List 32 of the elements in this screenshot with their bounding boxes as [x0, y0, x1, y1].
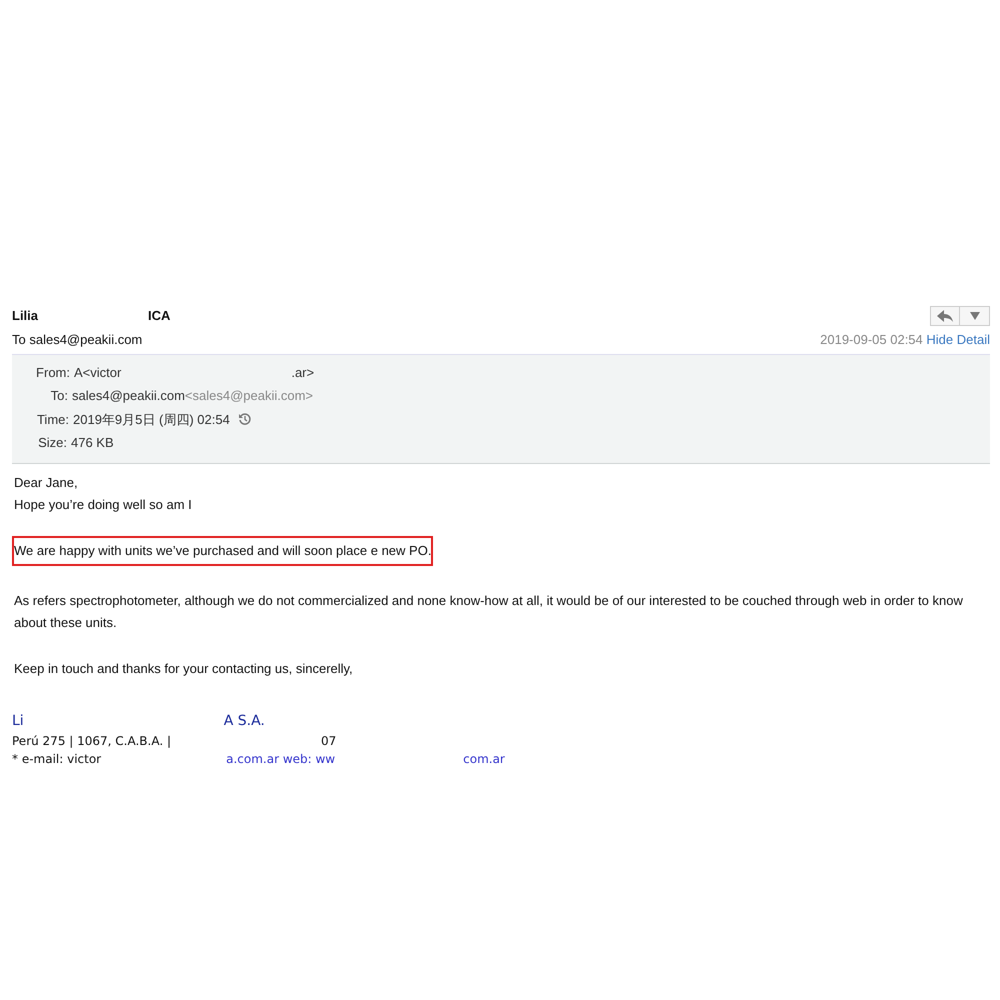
- recipient-line: To sales4@peakii.com: [12, 330, 144, 349]
- message-text: Keep in touch and thanks for your contacting us, sincerelly,: [14, 660, 354, 678]
- field-label: To:: [50, 387, 68, 405]
- field-label: Size:: [37, 434, 67, 452]
- field-value: A<victor: [74, 364, 122, 382]
- sender-name: Lilia: [12, 307, 38, 325]
- signature-name: A S.A.: [224, 712, 265, 730]
- caret-icon: [970, 312, 980, 320]
- reply-button[interactable]: [930, 306, 960, 326]
- field-value: <sales4@peakii.com>: [184, 387, 314, 405]
- field-label: From:: [35, 364, 70, 382]
- address-text: 07: [321, 732, 336, 750]
- field-value: 2019年9月5日 (周四) 02:54: [73, 410, 230, 429]
- message-text: Hope you’re doing well so am I: [14, 496, 193, 514]
- date-text: 2019-09-05 02:54: [820, 332, 923, 347]
- field-value: 476 KB: [71, 434, 114, 452]
- contact-text: a.com.ar web: ww: [226, 750, 336, 768]
- contact-text: * e-mail: victor: [12, 750, 102, 768]
- field-value: .ar>: [291, 364, 314, 382]
- reply-icon: [937, 310, 953, 322]
- address-text: Perú 275 | 1067, C.A.B.A. |: [12, 732, 172, 750]
- hide-detail-link[interactable]: Hide Detail: [926, 332, 990, 347]
- highlighted-text: We are happy with units we’ve purchased and will soon place e new PO.: [12, 536, 434, 566]
- field-label: Time:: [36, 410, 69, 428]
- signature-name: Li: [12, 712, 24, 730]
- history-icon: [238, 412, 252, 426]
- message-text: As refers spectrophotometer, although we do not commercialized and none know-how at all, it would be of our interested to be couched through web in order to know about these units.: [14, 592, 964, 632]
- sender-name: ICA: [148, 307, 170, 325]
- field-value: sales4@peakii.com: [72, 387, 185, 405]
- dropdown-button[interactable]: [960, 306, 990, 326]
- contact-text: com.ar: [463, 750, 505, 768]
- message-text: Dear Jane,: [14, 474, 79, 492]
